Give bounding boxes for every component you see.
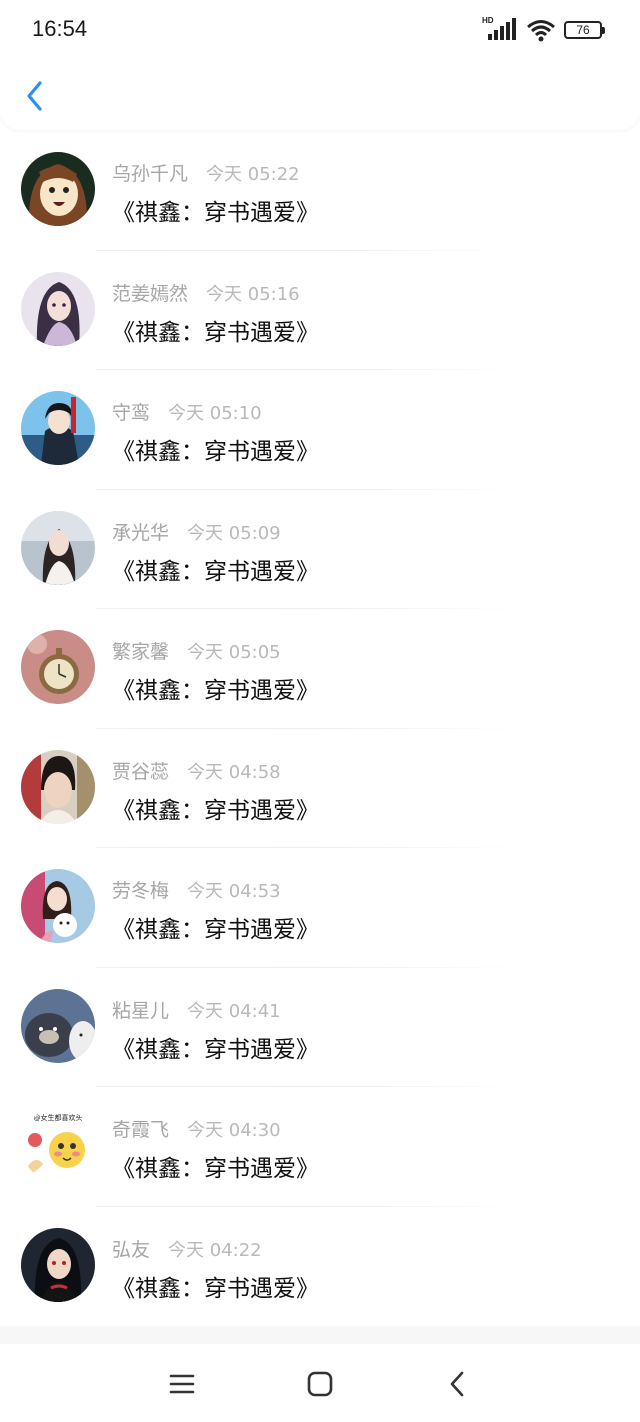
list-item[interactable]: 繁家馨 今天 05:05 《祺鑫：穿书遇爱》: [0, 609, 640, 729]
avatar[interactable]: [21, 510, 95, 585]
message-preview: 《祺鑫：穿书遇爱》: [112, 1156, 319, 1182]
contact-name: 范姜嫣然: [112, 282, 189, 305]
list-item[interactable]: 承光华 今天 05:09 《祺鑫：穿书遇爱》: [0, 490, 640, 609]
system-back-button[interactable]: [442, 1368, 474, 1400]
list-item[interactable]: 粘星儿 今天 04:41 《祺鑫：穿书遇爱》: [0, 968, 640, 1087]
back-triangle-icon: [450, 1371, 464, 1397]
list-footer-gap: [0, 1326, 640, 1344]
message-time: 今天 04:41: [187, 1000, 281, 1022]
conversation-list: 乌孙千凡 今天 05:22 《祺鑫：穿书遇爱》 范姜嫣然 今天 05:16 《祺鑫：…: [0, 131, 640, 1326]
list-item[interactable]: 弘友 今天 04:22 《祺鑫：穿书遇爱》: [0, 1207, 640, 1327]
avatar-caption: @女生都喜欢头: [34, 1113, 83, 1122]
message-time: 今天 05:22: [206, 164, 300, 185]
status-icons: HD 76: [482, 16, 605, 42]
message-preview: 《祺鑫：穿书遇爱》: [112, 558, 319, 585]
message-preview: 《祺鑫：穿书遇爱》: [112, 439, 319, 465]
contact-name: 贾谷蕊: [112, 760, 170, 783]
header: [0, 62, 640, 130]
contact-name: 弘友: [112, 1238, 151, 1261]
contact-name: 繁家馨: [112, 641, 170, 663]
list-item[interactable]: 贾谷蕊 今天 04:58 《祺鑫：穿书遇爱》: [0, 729, 640, 848]
avatar[interactable]: [21, 152, 95, 226]
contact-name: 奇霞飞: [112, 1119, 170, 1141]
message-preview: 《祺鑫：穿书遇爱》: [112, 797, 319, 824]
avatar[interactable]: [21, 749, 95, 824]
battery-icon: 76: [564, 21, 605, 39]
status-time: 16:54: [32, 16, 88, 41]
list-item[interactable]: 劳冬梅 今天 04:53 《祺鑫：穿书遇爱》: [0, 848, 640, 968]
contact-name: 劳冬梅: [112, 880, 170, 902]
message-preview: 《祺鑫：穿书遇爱》: [112, 200, 319, 226]
avatar[interactable]: [21, 391, 95, 465]
battery-level: 76: [576, 23, 590, 37]
system-nav-bar: [0, 1344, 640, 1422]
message-preview: 《祺鑫：穿书遇爱》: [112, 319, 319, 346]
message-preview: 《祺鑫：穿书遇爱》: [112, 1036, 319, 1063]
message-preview: 《祺鑫：穿书遇爱》: [112, 917, 319, 943]
contact-name: 守鸾: [112, 402, 151, 424]
status-bar: 16:54 HD 76: [0, 0, 640, 62]
chevron-left-icon: [27, 81, 42, 111]
home-button[interactable]: [304, 1368, 336, 1400]
menu-icon: [169, 1374, 195, 1394]
avatar[interactable]: @女生都喜欢头: [21, 1108, 95, 1182]
avatar[interactable]: [21, 869, 95, 943]
message-time: 今天 05:16: [206, 283, 300, 305]
contact-name: 乌孙千凡: [112, 163, 189, 185]
message-time: 今天 05:09: [187, 522, 281, 544]
home-square-icon: [307, 1371, 333, 1397]
network-label: HD: [482, 16, 494, 25]
avatar[interactable]: [21, 988, 95, 1063]
list-item[interactable]: 乌孙千凡 今天 05:22 《祺鑫：穿书遇爱》: [0, 131, 640, 251]
signal-icon: HD: [482, 16, 518, 42]
back-button[interactable]: [22, 78, 50, 114]
message-time: 今天 04:22: [168, 1239, 262, 1261]
avatar[interactable]: [21, 1227, 95, 1302]
message-time: 今天 05:10: [168, 403, 262, 424]
message-preview: 《祺鑫：穿书遇爱》: [112, 1275, 319, 1302]
message-time: 今天 04:58: [187, 761, 281, 783]
avatar[interactable]: [21, 630, 95, 704]
message-time: 今天 04:30: [187, 1120, 281, 1141]
contact-name: 粘星儿: [112, 999, 170, 1022]
message-preview: 《祺鑫：穿书遇爱》: [112, 678, 319, 704]
list-item[interactable]: @女生都喜欢头 奇霞飞 今天 04:30 《祺鑫：穿书遇爱》: [0, 1087, 640, 1207]
list-item[interactable]: 守鸾 今天 05:10 《祺鑫：穿书遇爱》: [0, 370, 640, 490]
wifi-icon: [527, 20, 555, 42]
message-time: 今天 04:53: [187, 881, 281, 902]
avatar[interactable]: [21, 271, 95, 346]
list-item[interactable]: 范姜嫣然 今天 05:16 《祺鑫：穿书遇爱》: [0, 251, 640, 370]
contact-name: 承光华: [112, 521, 170, 544]
message-time: 今天 05:05: [187, 642, 281, 663]
recent-apps-button[interactable]: [166, 1368, 198, 1400]
